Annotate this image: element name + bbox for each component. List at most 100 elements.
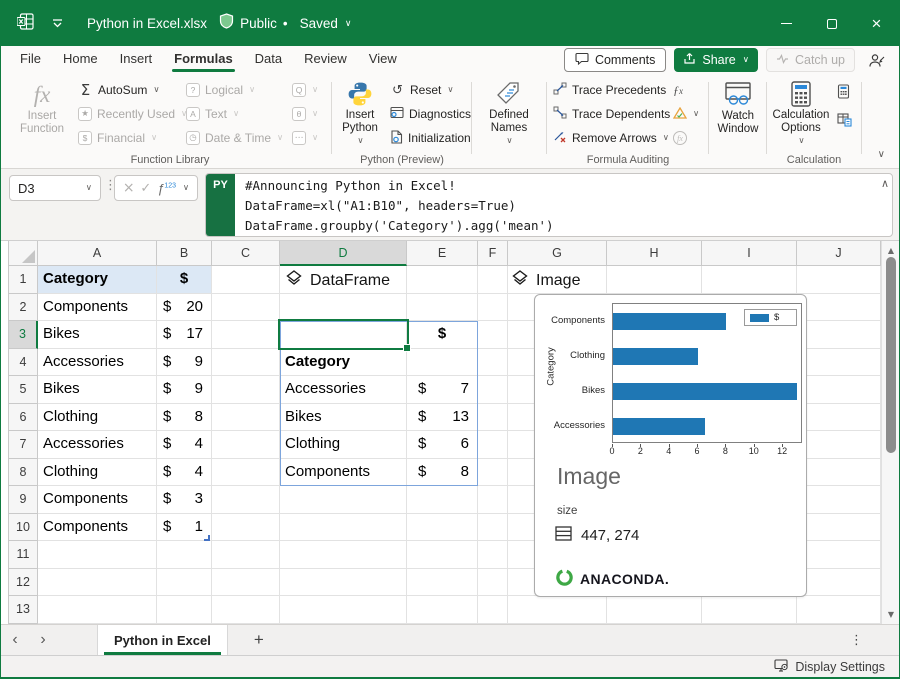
vertical-scrollbar-thumb[interactable] [886, 257, 896, 453]
comments-button[interactable]: Comments [564, 48, 666, 72]
sheet-nav-next-button[interactable]: › [29, 631, 57, 649]
cell-B1[interactable]: $ [157, 266, 212, 294]
cell-J7[interactable] [797, 431, 881, 459]
scroll-down-button[interactable]: ▼ [882, 607, 899, 621]
cell-E5[interactable]: $7 [407, 376, 478, 404]
cell-C13[interactable] [212, 596, 280, 624]
formula-input[interactable]: PY #Announcing Python in Excel!DataFrame… [205, 173, 893, 237]
cell-J13[interactable] [797, 596, 881, 624]
insert-function-button[interactable]: fx Insert Function [13, 78, 71, 148]
cell-B13[interactable] [157, 596, 212, 624]
cell-B5[interactable]: $9 [157, 376, 212, 404]
sensitivity-label[interactable]: Public [240, 16, 277, 31]
defined-names-button[interactable]: Defined Names ∨ [479, 78, 539, 148]
cell-C5[interactable] [212, 376, 280, 404]
select-all-corner[interactable] [8, 241, 38, 266]
save-status-caret-icon[interactable]: ∨ [345, 19, 352, 29]
row-header-2[interactable]: 2 [8, 294, 38, 322]
cell-B4[interactable]: $9 [157, 349, 212, 377]
cell-B2[interactable]: $20 [157, 294, 212, 322]
cell-F12[interactable] [478, 569, 508, 597]
enter-button[interactable]: ✓ [140, 181, 151, 196]
row-header-7[interactable]: 7 [8, 431, 38, 459]
scroll-up-button[interactable]: ▲ [882, 243, 899, 257]
cell-B12[interactable] [157, 569, 212, 597]
cell-B7[interactable]: $4 [157, 431, 212, 459]
calculate-sheet-button[interactable] [834, 110, 855, 132]
cell-B6[interactable]: $8 [157, 404, 212, 432]
trace-dependents-button[interactable]: Trace Dependents [550, 103, 673, 125]
cell-C2[interactable] [212, 294, 280, 322]
cell-E6[interactable]: $13 [407, 404, 478, 432]
calculate-now-button[interactable] [834, 82, 853, 104]
col-header-C[interactable]: C [212, 241, 280, 266]
menu-tab-data[interactable]: Data [244, 46, 293, 74]
cell-C12[interactable] [212, 569, 280, 597]
cell-E8[interactable]: $8 [407, 459, 478, 487]
insert-python-button[interactable]: Insert Python ∨ [335, 78, 385, 148]
autosum-button[interactable]: Σ AutoSum ∨ [75, 79, 163, 101]
cell-G13[interactable] [508, 596, 607, 624]
col-header-G[interactable]: G [508, 241, 607, 266]
cell-A11[interactable] [38, 541, 157, 569]
lookup-reference-button[interactable]: Q ∨ [289, 79, 321, 101]
cell-D11[interactable] [280, 541, 407, 569]
math-trig-button[interactable]: θ ∨ [289, 103, 321, 125]
cell-F10[interactable] [478, 514, 508, 542]
name-box[interactable]: D3 ∨ [9, 175, 101, 201]
python-output-menu-button[interactable]: ƒ123 [157, 181, 176, 196]
row-header-10[interactable]: 10 [8, 514, 38, 542]
cell-A3[interactable]: Bikes [38, 321, 157, 349]
logical-button[interactable]: ? Logical ∨ [183, 79, 258, 101]
remove-arrows-button[interactable]: Remove Arrows ∨ [550, 127, 672, 149]
cancel-button[interactable]: × [123, 180, 135, 196]
calculation-options-button[interactable]: Calculation Options ∨ [770, 78, 832, 148]
col-header-H[interactable]: H [607, 241, 702, 266]
col-header-J[interactable]: J [797, 241, 881, 266]
cell-J6[interactable] [797, 404, 881, 432]
quick-access-toolbar-toggle[interactable] [52, 15, 63, 33]
cell-C7[interactable] [212, 431, 280, 459]
row-header-5[interactable]: 5 [8, 376, 38, 404]
cell-D6[interactable]: Bikes [280, 404, 407, 432]
cell-J10[interactable] [797, 514, 881, 542]
cell-F13[interactable] [478, 596, 508, 624]
cell-E2[interactable] [407, 294, 478, 322]
col-header-D[interactable]: D [280, 241, 407, 266]
cell-C3[interactable] [212, 321, 280, 349]
cell-I1[interactable] [702, 266, 797, 294]
cell-F3[interactable] [478, 321, 508, 349]
cell-F1[interactable] [478, 266, 508, 294]
cell-C6[interactable] [212, 404, 280, 432]
cell-A13[interactable] [38, 596, 157, 624]
cell-J4[interactable] [797, 349, 881, 377]
share-button[interactable]: Share ∨ [674, 48, 758, 72]
cell-F2[interactable] [478, 294, 508, 322]
cell-D13[interactable] [280, 596, 407, 624]
catch-up-button[interactable]: Catch up [766, 48, 855, 72]
add-sheet-button[interactable]: + [254, 630, 264, 650]
trace-precedents-button[interactable]: Trace Precedents [550, 79, 669, 101]
financial-button[interactable]: $ Financial ∨ [75, 127, 160, 149]
date-time-button[interactable]: ◷ Date & Time ∨ [183, 127, 286, 149]
cell-B11[interactable] [157, 541, 212, 569]
cell-D2[interactable] [280, 294, 407, 322]
cell-F4[interactable] [478, 349, 508, 377]
cell-E7[interactable]: $6 [407, 431, 478, 459]
cell-A1[interactable]: Category [38, 266, 157, 294]
col-header-F[interactable]: F [478, 241, 508, 266]
cell-J12[interactable] [797, 569, 881, 597]
cell-A4[interactable]: Accessories [38, 349, 157, 377]
row-header-12[interactable]: 12 [8, 569, 38, 597]
cell-C1[interactable] [212, 266, 280, 294]
menu-tab-formulas[interactable]: Formulas [163, 46, 244, 74]
cell-J3[interactable] [797, 321, 881, 349]
cell-E4[interactable] [407, 349, 478, 377]
cell-C11[interactable] [212, 541, 280, 569]
sheet-options-button[interactable]: ⋮ [850, 633, 863, 648]
account-person-icon[interactable] [863, 53, 889, 68]
cell-B9[interactable]: $3 [157, 486, 212, 514]
cell-A7[interactable]: Accessories [38, 431, 157, 459]
more-functions-button[interactable]: ⋯ ∨ [289, 127, 321, 149]
minimize-button[interactable] [764, 1, 809, 46]
